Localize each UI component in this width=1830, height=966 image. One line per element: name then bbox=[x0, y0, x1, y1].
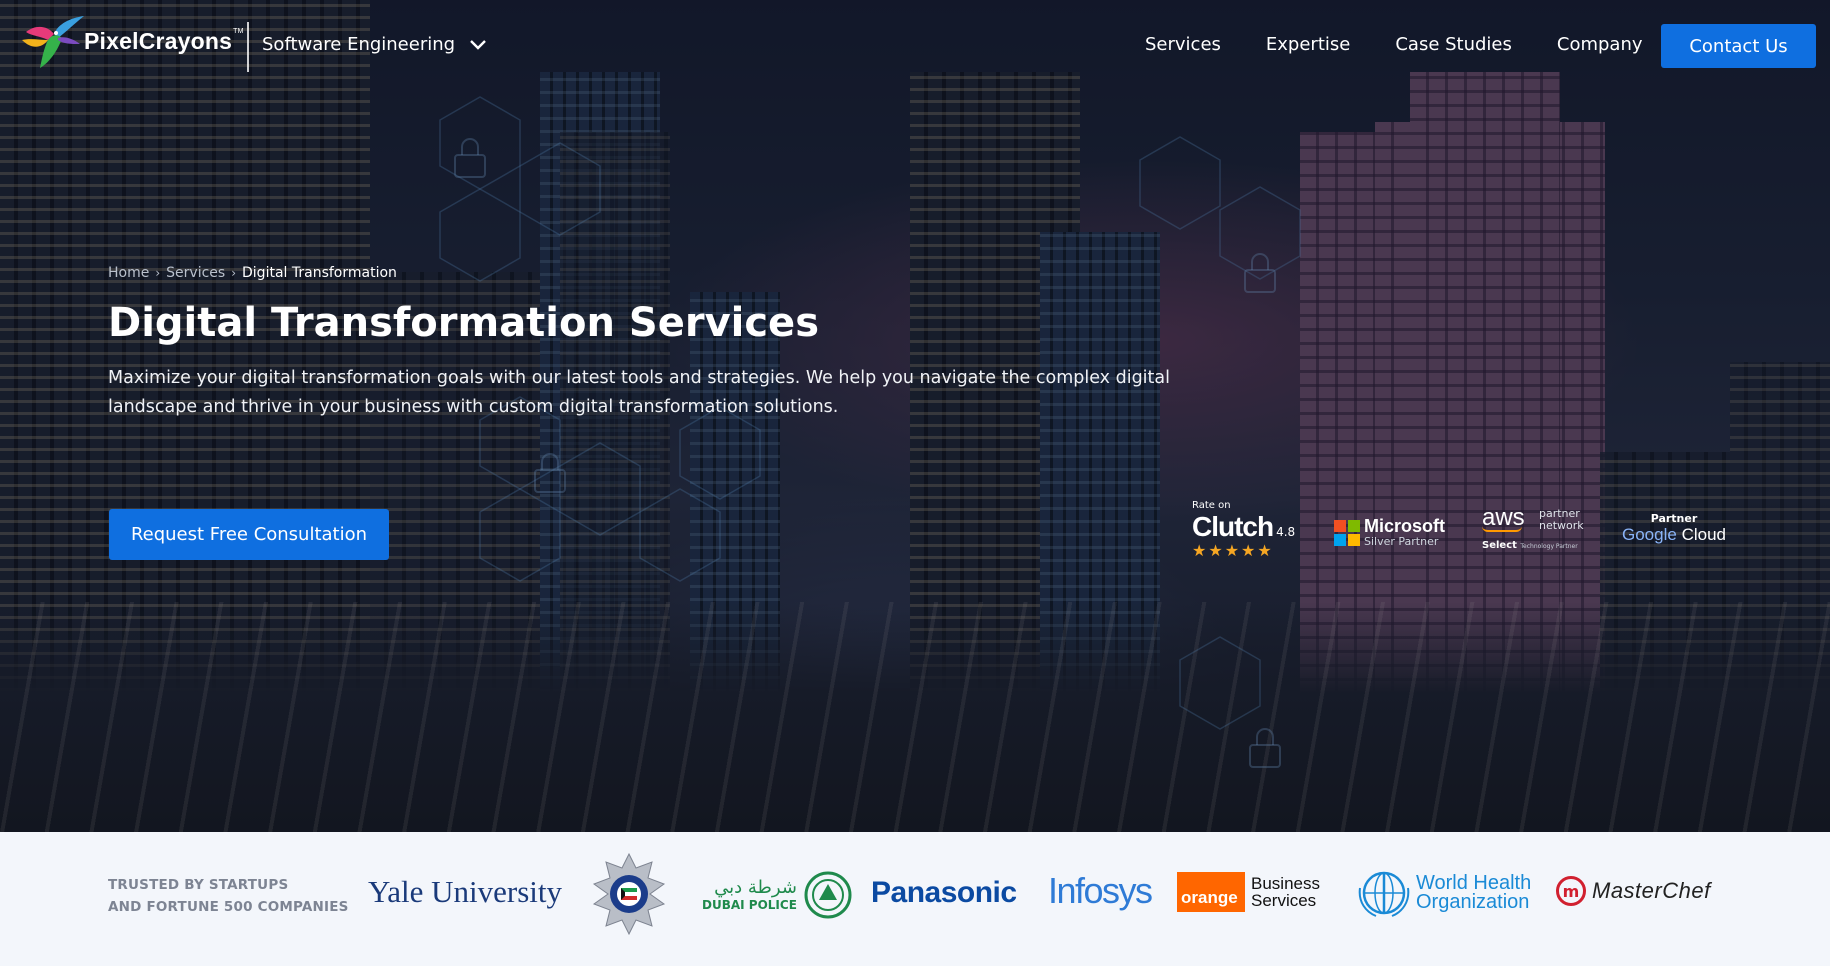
clutch-score: 4.8 bbox=[1276, 525, 1296, 539]
breadcrumb-services[interactable]: Services bbox=[166, 265, 225, 281]
aws-partner-network: partner network bbox=[1539, 508, 1584, 532]
breadcrumb-current: Digital Transformation bbox=[242, 265, 397, 281]
microsoft-logo-icon bbox=[1334, 519, 1360, 546]
sector-dropdown[interactable]: Software Engineering bbox=[262, 34, 487, 55]
clutch-rate-label: Rate on bbox=[1192, 500, 1231, 511]
clutch-badge[interactable]: Rate on Clutch 4.8 ★★★★★ bbox=[1192, 500, 1295, 560]
orange-wordmark: orange bbox=[1177, 872, 1245, 912]
trademark-mark: TM bbox=[233, 28, 244, 35]
nav-services[interactable]: Services bbox=[1145, 34, 1221, 55]
breadcrumb-home[interactable]: Home bbox=[108, 265, 149, 281]
dubai-police-emblem-icon bbox=[804, 871, 852, 919]
hummingbird-logo-icon[interactable] bbox=[18, 10, 88, 72]
who-text: World Health Organization bbox=[1416, 873, 1531, 913]
microsoft-tier: Silver Partner bbox=[1364, 535, 1439, 548]
masterchef-logo: m MasterChef bbox=[1556, 876, 1711, 906]
nav-case-studies[interactable]: Case Studies bbox=[1395, 34, 1512, 55]
aws-logo: aws bbox=[1482, 504, 1525, 531]
aws-select-text: Select bbox=[1482, 540, 1517, 551]
brand-text: PixelCrayons bbox=[84, 28, 233, 54]
yale-university-logo: Yale University bbox=[368, 874, 563, 909]
panasonic-logo: Panasonic bbox=[871, 876, 1017, 909]
masterchef-wordmark: MasterChef bbox=[1592, 878, 1711, 903]
world-health-organization-logo: World Health Organization bbox=[1356, 868, 1531, 918]
trusted-label: TRUSTED BY STARTUPS AND FORTUNE 500 COMP… bbox=[108, 874, 349, 918]
chevron-down-icon bbox=[470, 39, 486, 50]
page-title: Digital Transformation Services bbox=[108, 300, 819, 346]
aws-sub-text: Technology Partner bbox=[1520, 543, 1578, 550]
dubai-police-logo: شرطة دبي DUBAI POLICE bbox=[702, 870, 853, 920]
kuwait-police-emblem-icon bbox=[592, 852, 666, 936]
site-header: PixelCrayonsTM Software Engineering Serv… bbox=[0, 0, 1830, 92]
google-wordmark: Google bbox=[1622, 525, 1677, 544]
brand-name[interactable]: PixelCrayonsTM bbox=[84, 28, 244, 55]
breadcrumb: Home › Services › Digital Transformation bbox=[108, 265, 397, 281]
who-line2: Organization bbox=[1416, 891, 1530, 913]
star-rating-icon: ★★★★★ bbox=[1192, 541, 1274, 560]
hero-description: Maximize your digital transformation goa… bbox=[108, 368, 1170, 417]
chevron-right-icon: › bbox=[231, 266, 237, 280]
google-cloud-logo: Google Cloud bbox=[1622, 525, 1726, 544]
sector-label: Software Engineering bbox=[262, 34, 456, 55]
cloud-wordmark: Cloud bbox=[1681, 525, 1726, 544]
trusted-label-line1: TRUSTED BY STARTUPS bbox=[108, 877, 289, 893]
header-divider bbox=[247, 22, 249, 72]
aws-select-tier: Select Technology Partner bbox=[1482, 540, 1578, 551]
nav-company[interactable]: Company bbox=[1557, 34, 1643, 55]
google-partner-label: Partner bbox=[1650, 512, 1698, 525]
aws-pn-line2: network bbox=[1539, 519, 1584, 532]
dubai-police-english: DUBAI POLICE bbox=[702, 898, 797, 912]
aws-partner-badge[interactable]: aws partner network Select Technology Par… bbox=[1482, 504, 1584, 551]
chevron-right-icon: › bbox=[155, 266, 161, 280]
who-emblem-icon bbox=[1358, 871, 1410, 917]
microsoft-name: Microsoft bbox=[1364, 516, 1445, 536]
contact-us-button[interactable]: Contact Us bbox=[1661, 24, 1816, 68]
orange-business-services-text: Business Services bbox=[1251, 875, 1320, 909]
google-cloud-partner-badge[interactable]: Partner Google Cloud bbox=[1622, 512, 1726, 545]
clutch-logo: Clutch bbox=[1192, 511, 1274, 542]
infosys-logo: Infosys bbox=[1048, 870, 1153, 911]
orange-bs-line2: Services bbox=[1251, 891, 1317, 910]
microsoft-partner-badge[interactable]: Microsoft Silver Partner bbox=[1334, 517, 1445, 548]
trusted-by-section: TRUSTED BY STARTUPS AND FORTUNE 500 COMP… bbox=[0, 832, 1830, 966]
trusted-label-line2: AND FORTUNE 500 COMPANIES bbox=[108, 899, 349, 915]
orange-business-services-logo: orange Business Services bbox=[1177, 872, 1320, 912]
dubai-police-arabic: شرطة دبي bbox=[714, 877, 797, 898]
nav-expertise[interactable]: Expertise bbox=[1266, 34, 1350, 55]
main-nav: Services Expertise Case Studies Company bbox=[1145, 34, 1688, 55]
masterchef-m-icon: m bbox=[1556, 876, 1586, 906]
request-consultation-button[interactable]: Request Free Consultation bbox=[109, 509, 389, 560]
